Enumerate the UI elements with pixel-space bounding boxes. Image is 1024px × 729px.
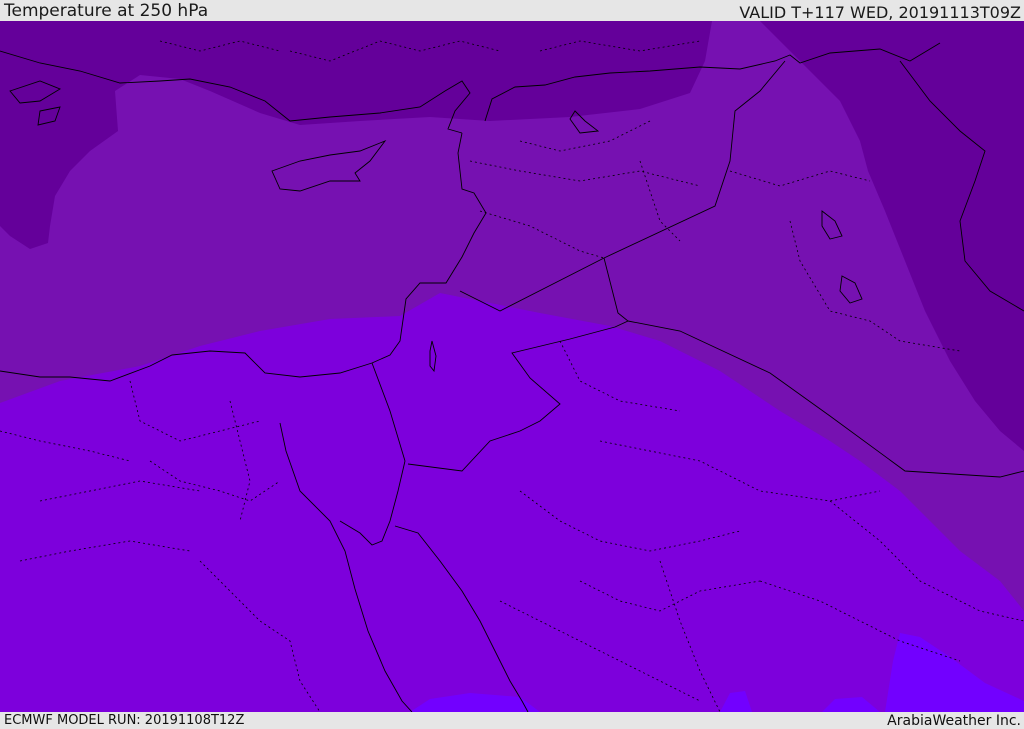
credit-label: ArabiaWeather Inc. [887, 713, 1021, 729]
weather-map[interactable] [0, 21, 1024, 712]
header-bar: Temperature at 250 hPa VALID T+117 WED, … [0, 0, 1024, 21]
map-title: Temperature at 250 hPa [4, 1, 209, 21]
valid-time: VALID T+117 WED, 20191113T09Z [739, 3, 1021, 22]
map-canvas [0, 21, 1024, 712]
footer-bar: ECMWF MODEL RUN: 20191108T12Z ArabiaWeat… [0, 712, 1024, 729]
model-run-label: ECMWF MODEL RUN: 20191108T12Z [4, 713, 245, 728]
